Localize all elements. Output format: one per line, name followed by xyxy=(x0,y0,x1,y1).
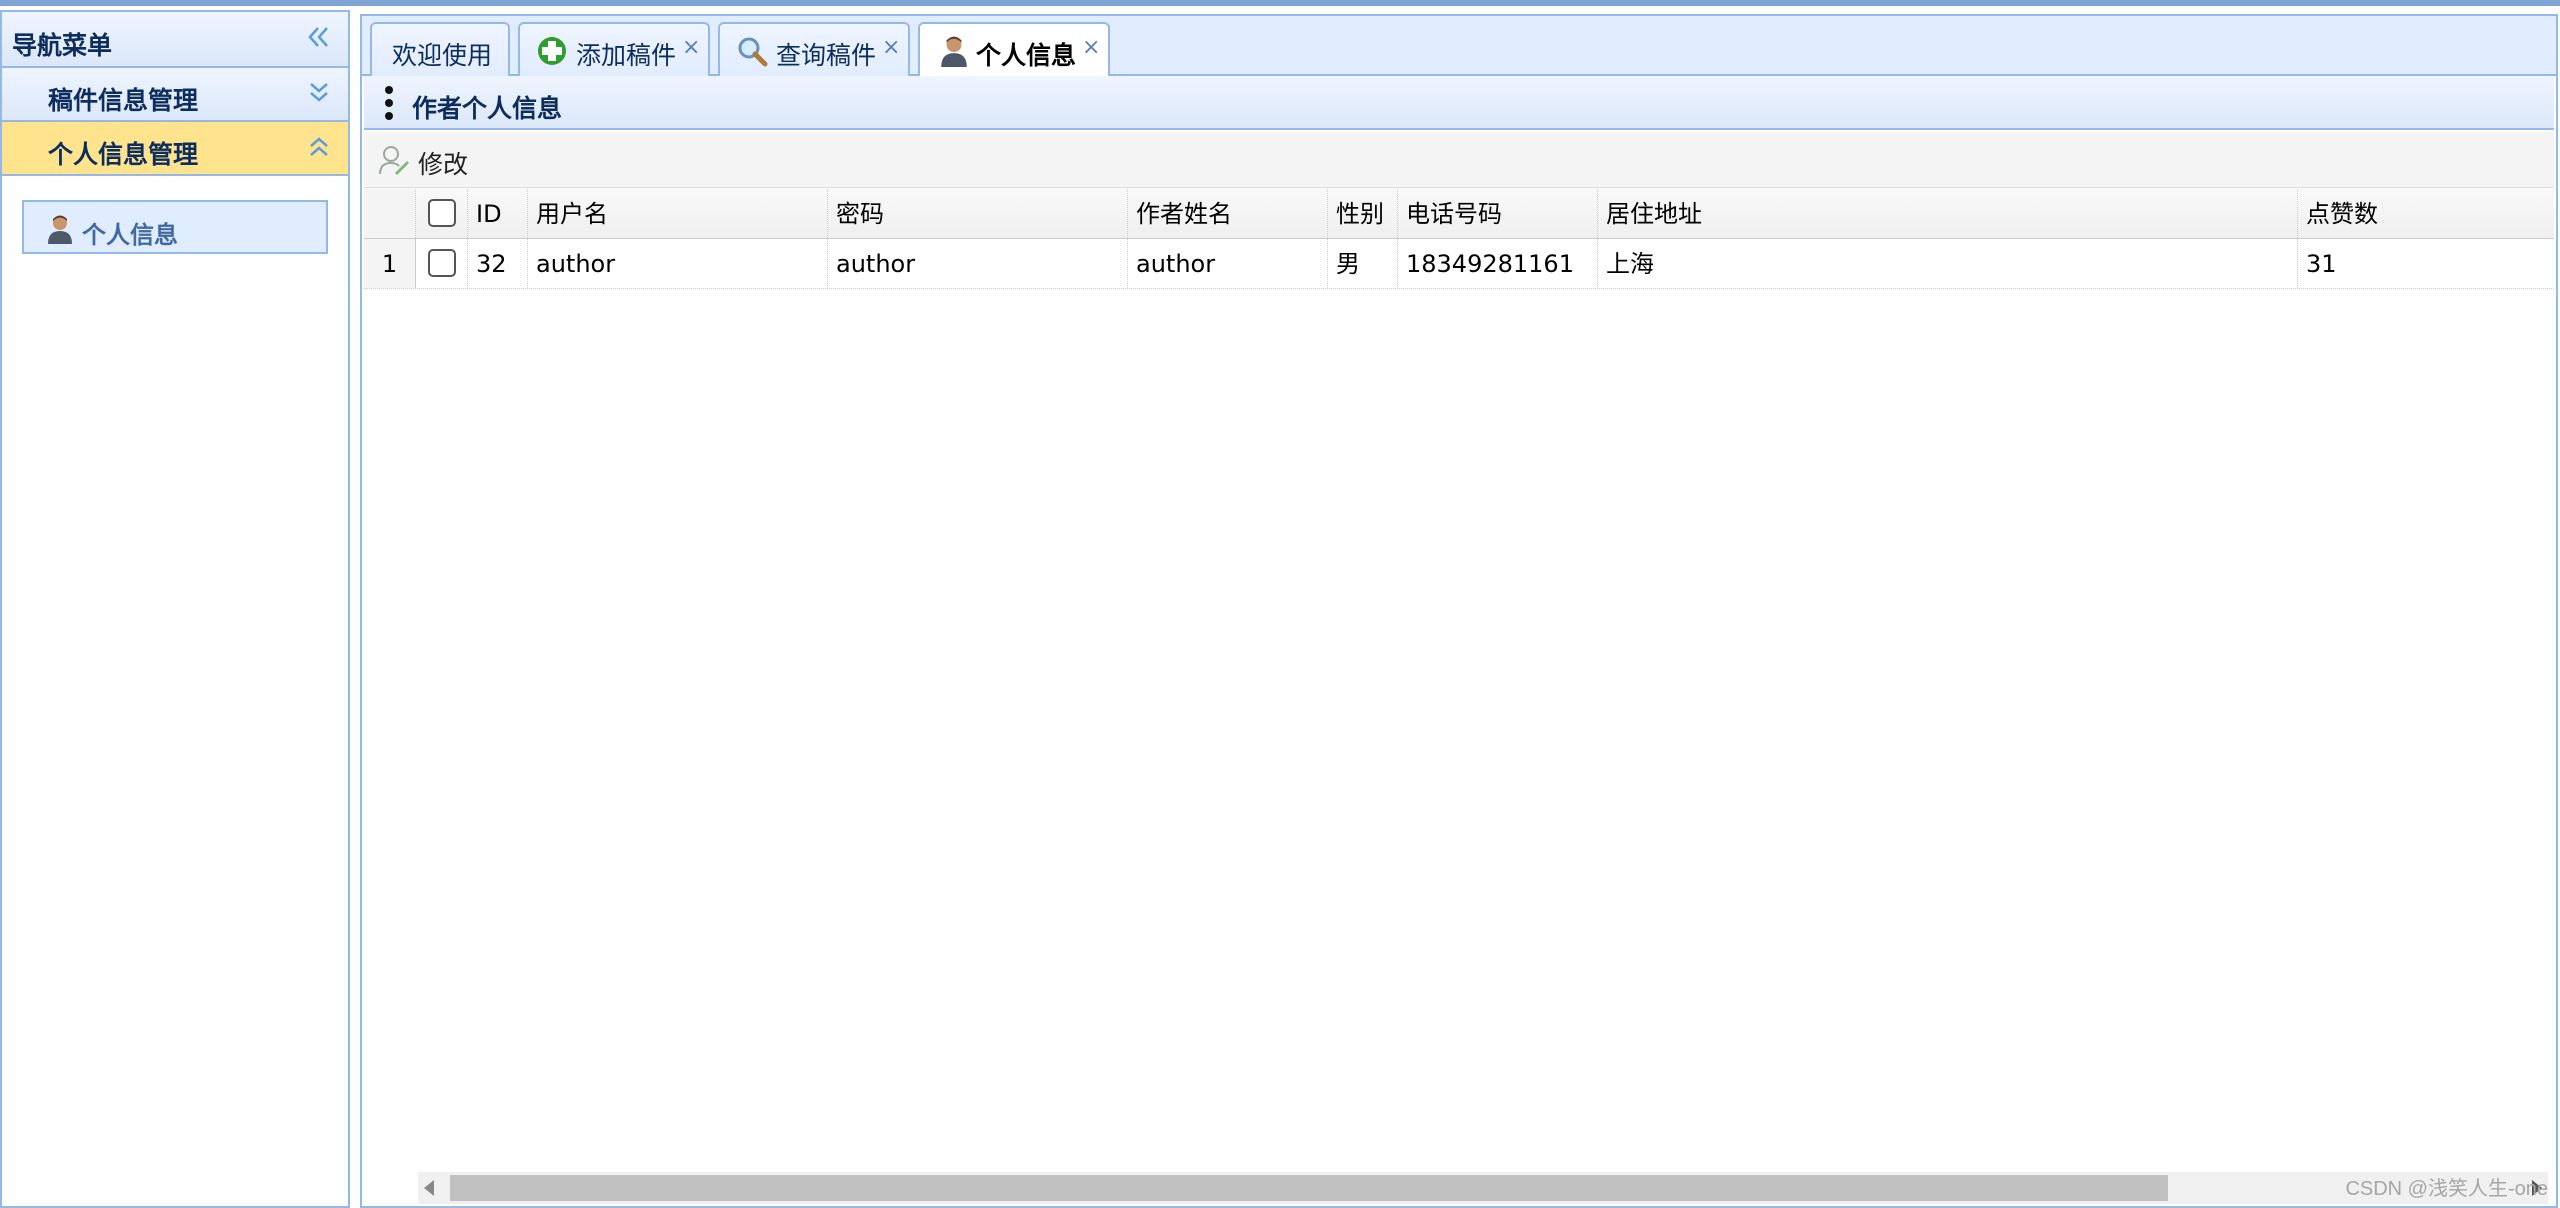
tab-close-button[interactable]: × xyxy=(1082,35,1100,60)
double-chevron-down-icon xyxy=(310,83,328,102)
grid-header-row: ID 用户名 密码 作者姓名 性别 电话号码 居住地址 点赞数 xyxy=(364,189,2554,239)
double-chevron-left-icon[interactable] xyxy=(304,22,334,52)
column-header-address[interactable]: 居住地址 xyxy=(1598,189,2298,238)
column-header-id[interactable]: ID xyxy=(468,189,528,238)
menu-group-body: 个人信息 xyxy=(2,176,348,278)
cell-id: 32 xyxy=(468,239,528,288)
scroll-left-arrow-icon[interactable] xyxy=(424,1180,434,1196)
sidebar-item-label: 个人信息 xyxy=(82,221,178,249)
tab-label: 添加稿件 xyxy=(576,41,677,70)
column-header-likes[interactable]: 点赞数 xyxy=(2298,189,2556,238)
row-checkbox[interactable] xyxy=(428,249,456,277)
menu-group-personal-info[interactable]: 个人信息管理 xyxy=(2,122,348,176)
scrollbar-thumb[interactable] xyxy=(450,1175,2168,1201)
double-chevron-up-icon xyxy=(310,137,328,156)
navigation-sidebar: 导航菜单 稿件信息管理 个人信息管理 个人信息 xyxy=(0,10,350,1208)
window-top-border xyxy=(0,0,2560,6)
column-header-gender[interactable]: 性别 xyxy=(1328,189,1398,238)
column-header-password[interactable]: 密码 xyxy=(828,189,1128,238)
magnifier-icon xyxy=(738,37,768,67)
column-header-author-name[interactable]: 作者姓名 xyxy=(1128,189,1328,238)
menu-group-manuscript[interactable]: 稿件信息管理 xyxy=(2,68,348,122)
tab-label: 个人信息 xyxy=(976,41,1077,70)
select-all-checkbox[interactable] xyxy=(428,199,456,227)
cell-author-name: author xyxy=(1128,239,1328,288)
row-number: 1 xyxy=(364,239,416,288)
nav-title: 导航菜单 xyxy=(12,31,113,60)
rownum-header xyxy=(364,189,416,238)
sidebar-item-personal-info[interactable]: 个人信息 xyxy=(22,200,328,254)
grid-toolbar: 修改 xyxy=(364,132,2554,188)
panel-header: 作者个人信息 xyxy=(364,76,2554,130)
tab-label: 欢迎使用 xyxy=(392,41,493,70)
tab-close-button[interactable]: × xyxy=(882,35,900,60)
row-select-cell xyxy=(416,239,468,288)
cell-gender: 男 xyxy=(1328,239,1398,288)
column-header-username[interactable]: 用户名 xyxy=(528,189,828,238)
cell-address: 上海 xyxy=(1598,239,2298,288)
cell-username: author xyxy=(528,239,828,288)
cell-password: author xyxy=(828,239,1128,288)
horizontal-scrollbar[interactable] xyxy=(418,1172,2548,1204)
tab-welcome[interactable]: 欢迎使用 xyxy=(370,22,510,77)
tab-search-manuscript[interactable]: 查询稿件 × xyxy=(718,22,910,77)
tab-close-button[interactable]: × xyxy=(682,35,700,60)
tab-label: 查询稿件 xyxy=(776,41,877,70)
table-row[interactable]: 1 32 author author author 男 18349281161 … xyxy=(364,239,2554,289)
user-edit-icon xyxy=(379,146,410,176)
panel-title: 作者个人信息 xyxy=(412,94,563,123)
green-plus-icon xyxy=(538,37,566,65)
menu-group-label: 个人信息管理 xyxy=(48,140,199,169)
main-panel: 欢迎使用 添加稿件 × 查询稿件 × 个人信息 × 作者个人信息 修改 ID 用… xyxy=(360,14,2558,1208)
menu-group-label: 稿件信息管理 xyxy=(48,86,199,115)
column-header-phone[interactable]: 电话号码 xyxy=(1398,189,1598,238)
tabs-bar: 欢迎使用 添加稿件 × 查询稿件 × 个人信息 × xyxy=(362,16,2556,78)
tab-personal-info[interactable]: 个人信息 × xyxy=(918,22,1110,78)
cell-phone: 18349281161 xyxy=(1398,239,1598,288)
person-icon xyxy=(941,36,967,67)
edit-button-label: 修改 xyxy=(418,150,469,179)
cell-likes: 31 xyxy=(2306,250,2337,278)
tab-add-manuscript[interactable]: 添加稿件 × xyxy=(518,22,710,77)
watermark: CSDN @浅笑人生-one xyxy=(2345,1178,2548,1200)
person-icon xyxy=(48,215,72,244)
nav-header: 导航菜单 xyxy=(2,12,348,68)
select-all-cell xyxy=(416,189,468,238)
vertical-dots-icon xyxy=(385,86,393,120)
